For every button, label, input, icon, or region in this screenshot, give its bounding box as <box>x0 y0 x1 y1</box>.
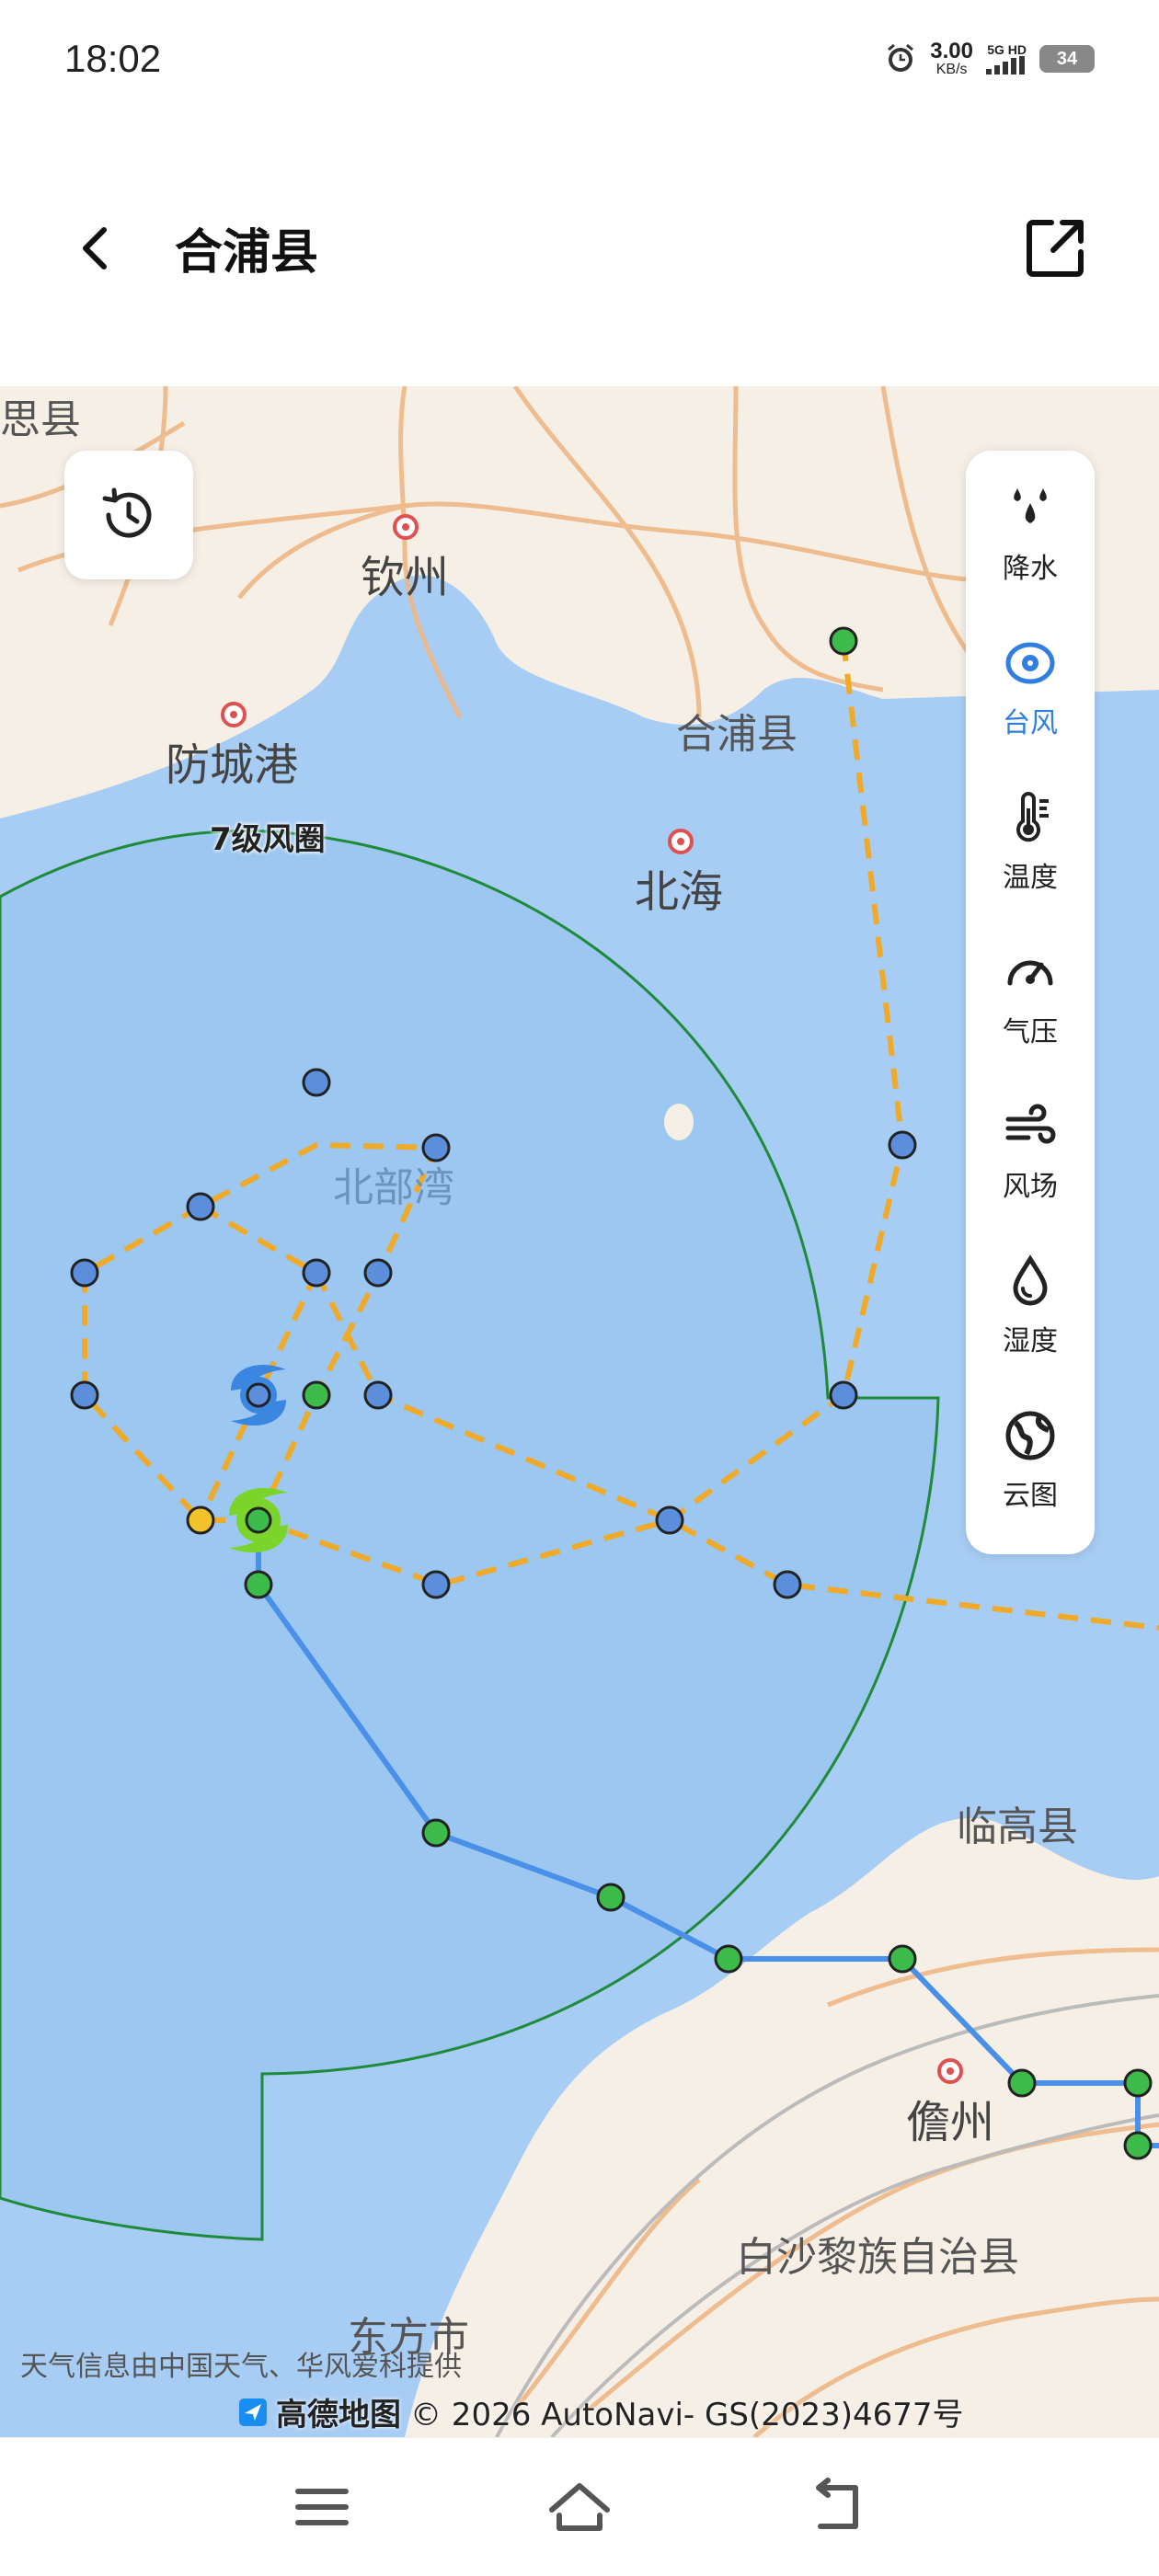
layer-label: 云图 <box>1003 1480 1058 1512</box>
layer-typhoon[interactable]: 台风 <box>966 614 1095 761</box>
amap-logo-icon <box>239 2398 267 2426</box>
menu-button[interactable] <box>285 2475 359 2539</box>
signal-bars-icon <box>986 56 1025 74</box>
status-bar: 18:02 3.00 KB/s 5G HD 34 <box>0 0 1159 129</box>
layer-panel: 降水 台风 温度 气压 风场 湿度 云图 <box>966 451 1095 1554</box>
battery-indicator: 34 <box>1039 45 1095 73</box>
map-label-baisha: 白沙黎族自治县 <box>736 2234 1019 2281</box>
map-label-lingao: 临高县 <box>957 1803 1078 1850</box>
layer-label: 湿度 <box>1003 1325 1058 1357</box>
map-label-qinzhou: 钦州 <box>361 552 450 603</box>
layer-temperature[interactable]: 温度 <box>966 769 1095 916</box>
layer-rain[interactable]: 降水 <box>966 460 1095 607</box>
net-speed-value: 3.00 <box>930 39 973 63</box>
net-speed: 3.00 KB/s <box>930 40 973 77</box>
map-label-hepu: 合浦县 <box>676 711 798 758</box>
rain-drops-icon <box>1014 488 1047 523</box>
map-label-top-left: 思县 <box>0 396 81 443</box>
pressure-gauge-icon <box>1007 960 1053 986</box>
layer-label: 台风 <box>1003 707 1058 739</box>
map-label-danzhou: 儋州 <box>906 2097 995 2148</box>
status-icons: 3.00 KB/s 5G HD 34 <box>884 40 1095 77</box>
layer-pressure[interactable]: 气压 <box>966 923 1095 1070</box>
app-header: 合浦县 <box>0 184 1159 313</box>
layer-humidity[interactable]: 湿度 <box>966 1232 1095 1380</box>
layer-label: 降水 <box>1003 553 1058 585</box>
signal-indicator: 5G HD <box>986 43 1027 74</box>
weizhou-island <box>664 1104 694 1140</box>
typhoon-map[interactable]: 思县 钦州 防城港 合浦县 北海 北部湾 7级风圈 临高县 儋州 白沙黎族自治县… <box>0 386 1159 2437</box>
map-label-fangchenggang: 防城港 <box>166 739 299 791</box>
copyright-text: © 2026 AutoNavi- GS(2023)4677号 <box>410 2397 964 2433</box>
map-label-beihai: 北海 <box>635 866 724 918</box>
globe-cloud-icon <box>1005 1411 1055 1460</box>
map-label-gulf: 北部湾 <box>333 1164 454 1211</box>
layer-label: 风场 <box>1003 1171 1058 1203</box>
page-title: 合浦县 <box>175 225 319 280</box>
typhoon-eye-icon <box>1005 642 1055 684</box>
map-copyright: 高德地图 © 2026 AutoNavi- GS(2023)4677号 <box>239 2389 964 2434</box>
net-speed-unit: KB/s <box>935 62 968 77</box>
status-time: 18:02 <box>64 37 162 80</box>
layer-wind[interactable]: 风场 <box>966 1078 1095 1225</box>
wind-icon <box>1005 1104 1056 1144</box>
network-type: 5G HD <box>987 42 1027 57</box>
layer-label: 气压 <box>1003 1016 1058 1048</box>
yellow-point <box>186 1506 215 1535</box>
layer-label: 温度 <box>1003 862 1058 894</box>
home-button[interactable] <box>543 2475 616 2539</box>
wind-circle-label: 7级风圈 <box>210 821 326 858</box>
history-button[interactable] <box>64 451 193 579</box>
back-button[interactable] <box>69 221 124 276</box>
share-button[interactable] <box>1020 213 1090 283</box>
history-icon <box>102 487 152 538</box>
humidity-drop-icon <box>1013 1254 1048 1306</box>
alarm-icon <box>888 43 914 72</box>
layer-cloud[interactable]: 云图 <box>966 1387 1095 1534</box>
data-credit: 天气信息由中国天气、华风爱科提供 <box>20 2351 462 2383</box>
system-nav-bar <box>0 2437 1159 2576</box>
thermometer-icon <box>1016 792 1049 842</box>
copyright-brand: 高德地图 <box>276 2397 401 2433</box>
nav-back-button[interactable] <box>800 2475 874 2539</box>
